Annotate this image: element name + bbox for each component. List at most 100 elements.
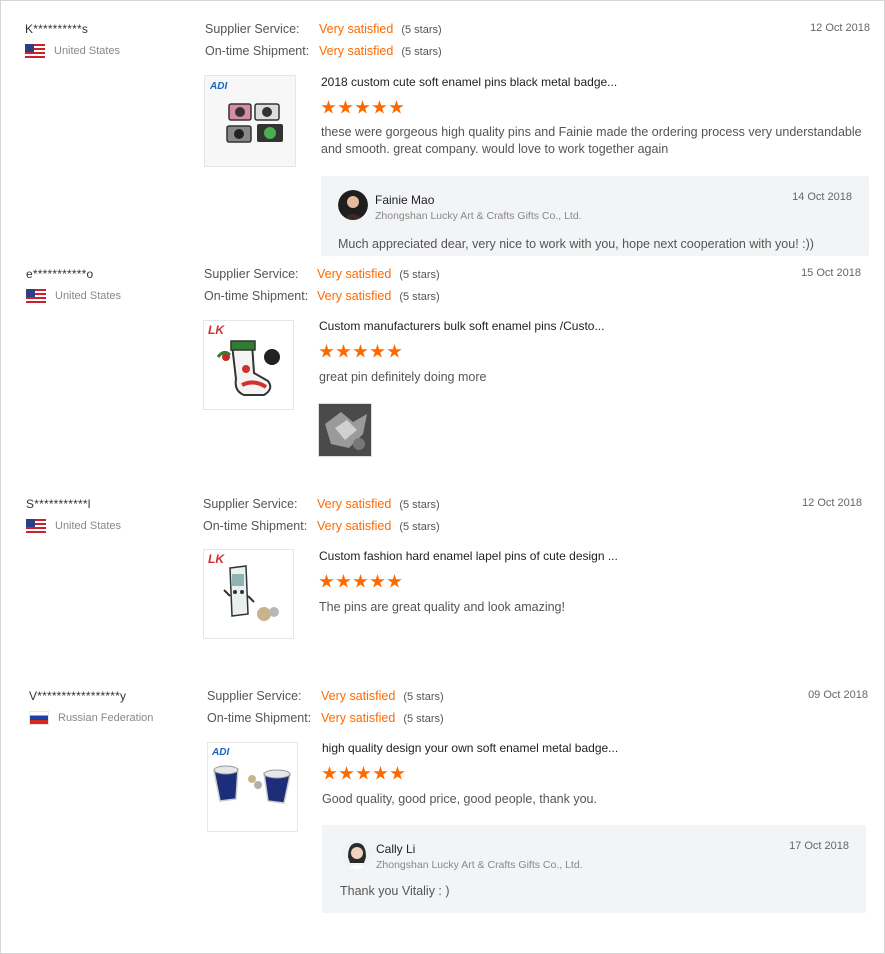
star-icon <box>389 100 404 114</box>
product-thumbnail[interactable]: ADI <box>204 75 296 167</box>
shipment-rating: On-time Shipment: Very satisfied (5 star… <box>207 711 444 733</box>
shipment-stars: (5 stars) <box>399 290 440 303</box>
shipment-label: On-time Shipment: <box>207 710 312 725</box>
review-date: 12 Oct 2018 <box>802 497 862 509</box>
supplier-service-stars: (5 stars) <box>399 499 440 511</box>
product-rating-stars <box>322 766 405 781</box>
product-logo: LK <box>208 552 225 566</box>
character-pin-image: LK <box>204 550 293 638</box>
shipment-rating: On-time Shipment: Very satisfied (5 star… <box>205 44 442 66</box>
supplier-service-rating: Supplier Service: Very satisfied (5 star… <box>207 689 444 711</box>
supplier-service-label: Supplier Service: <box>203 497 298 511</box>
reply-author: Fainie Mao <box>375 193 435 207</box>
buyer-name: S***********l <box>26 497 91 511</box>
buyer-name: e***********o <box>26 267 94 281</box>
shipment-value: Very satisfied <box>317 288 392 303</box>
reply-author: Cally Li <box>376 842 416 856</box>
star-icon <box>336 344 351 358</box>
review-date: 15 Oct 2018 <box>801 267 861 279</box>
product-rating-stars <box>319 574 402 589</box>
star-icon <box>319 574 334 588</box>
stocking-pin-image: LK <box>204 321 293 409</box>
review-text-line: and smooth. great company. would love to… <box>321 142 669 156</box>
shipment-label: On-time Shipment: <box>205 43 310 58</box>
product-title[interactable]: Custom fashion hard enamel lapel pins of… <box>319 549 618 563</box>
cup-pins-image: ADI <box>208 743 297 831</box>
star-icon <box>322 766 337 780</box>
review-photo[interactable] <box>318 403 372 457</box>
review-text-line: great pin definitely doing more <box>319 370 487 384</box>
star-icon <box>370 344 385 358</box>
product-rating-stars <box>321 100 404 115</box>
review-text-line: The pins are great quality and look amaz… <box>319 600 565 614</box>
supplier-service-rating: Supplier Service: Very satisfied (5 star… <box>204 267 440 289</box>
rating-summary: Supplier Service: Very satisfied (5 star… <box>203 497 440 540</box>
star-icon <box>338 100 353 114</box>
star-icon <box>372 100 387 114</box>
buyer-country: Russian Federation <box>29 711 153 725</box>
shipment-rating: On-time Shipment: Very satisfied (5 star… <box>204 289 440 311</box>
supplier-service-stars: (5 stars) <box>401 24 442 36</box>
buyer-country: United States <box>25 44 120 58</box>
star-icon <box>319 344 334 358</box>
review-text: these were gorgeous high quality pins an… <box>321 124 871 158</box>
star-icon <box>355 100 370 114</box>
shipment-rating: On-time Shipment: Very satisfied (5 star… <box>203 519 440 541</box>
supplier-service-label: Supplier Service: <box>204 267 299 281</box>
supplier-service-value: Very satisfied <box>317 497 392 511</box>
country-name: United States <box>55 520 122 532</box>
review-text: great pin definitely doing more <box>319 369 486 386</box>
supplier-service-rating: Supplier Service: Very satisfied (5 star… <box>203 497 440 519</box>
product-title[interactable]: high quality design your own soft enamel… <box>322 741 618 755</box>
star-icon <box>387 574 402 588</box>
reply-company[interactable]: Zhongshan Lucky Art & Crafts Gifts Co., … <box>375 210 582 222</box>
reply-text: Much appreciated dear, very nice to work… <box>338 237 814 251</box>
country-name: United States <box>55 290 122 302</box>
review-date: 09 Oct 2018 <box>808 689 868 701</box>
star-icon <box>390 766 405 780</box>
buyer-country: United States <box>26 519 121 533</box>
country-name: Russian Federation <box>58 712 154 724</box>
rating-summary: Supplier Service: Very satisfied (5 star… <box>205 22 442 65</box>
star-icon <box>353 344 368 358</box>
reply-date: 14 Oct 2018 <box>792 191 852 203</box>
supplier-service-value: Very satisfied <box>321 689 396 703</box>
reply-company[interactable]: Zhongshan Lucky Art & Crafts Gifts Co., … <box>376 859 583 871</box>
product-logo: ADI <box>211 747 229 758</box>
product-logo: ADI <box>209 81 227 92</box>
star-icon <box>373 766 388 780</box>
star-icon <box>370 574 385 588</box>
us-flag-icon <box>26 519 46 533</box>
star-icon <box>321 100 336 114</box>
reply-date: 17 Oct 2018 <box>789 840 849 852</box>
product-rating-stars <box>319 344 402 359</box>
shipment-value: Very satisfied <box>321 710 396 725</box>
buyer-name: V*****************y <box>29 689 127 703</box>
buyer-info: e***********o United States <box>26 267 121 303</box>
product-title[interactable]: Custom manufacturers bulk soft enamel pi… <box>319 319 604 333</box>
product-thumbnail[interactable]: LK <box>203 320 294 410</box>
avatar <box>338 190 368 220</box>
review-photo-image <box>319 404 371 456</box>
product-logo: LK <box>208 323 225 337</box>
supplier-reply: Cally Li Zhongshan Lucky Art & Crafts Gi… <box>322 825 866 913</box>
supplier-service-stars: (5 stars) <box>403 691 444 703</box>
buyer-info: S***********l United States <box>26 497 121 533</box>
star-icon <box>356 766 371 780</box>
product-thumbnail[interactable]: ADI <box>207 742 298 832</box>
review-text: Good quality, good price, good people, t… <box>322 791 597 808</box>
review-text: The pins are great quality and look amaz… <box>319 599 565 616</box>
shipment-stars: (5 stars) <box>399 520 440 533</box>
shipment-value: Very satisfied <box>319 43 394 58</box>
shipment-stars: (5 stars) <box>403 712 444 725</box>
ru-flag-icon <box>29 711 49 725</box>
shipment-stars: (5 stars) <box>401 45 442 58</box>
product-title[interactable]: 2018 custom cute soft enamel pins black … <box>321 75 617 89</box>
reviews-panel: K**********s United States Supplier Serv… <box>0 0 885 954</box>
supplier-reply: Fainie Mao Zhongshan Lucky Art & Crafts … <box>321 176 869 256</box>
shipment-label: On-time Shipment: <box>204 288 309 303</box>
shipment-value: Very satisfied <box>317 518 392 533</box>
star-icon <box>339 766 354 780</box>
product-thumbnail[interactable]: LK <box>203 549 294 639</box>
review-text-line: these were gorgeous high quality pins an… <box>321 125 862 139</box>
